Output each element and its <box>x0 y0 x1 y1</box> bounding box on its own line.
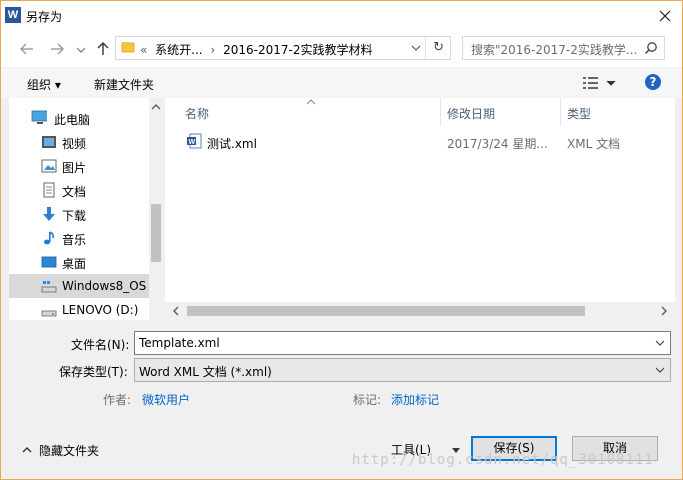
up-button[interactable] <box>93 39 113 59</box>
navigation-bar: « 系统开... › 2016-2017-2实践教学材料 ↻ 搜索"2016-2… <box>1 31 682 67</box>
watermark-text: http://blog.csdn.net/qq_30108111 <box>352 452 654 468</box>
picture-icon <box>41 159 57 173</box>
breadcrumb-item[interactable]: 系统开... <box>155 43 202 57</box>
window-title: 另存为 <box>26 10 63 24</box>
computer-icon <box>31 110 47 124</box>
view-options-icon[interactable] <box>583 76 617 90</box>
document-icon <box>43 182 55 198</box>
title-bar: W 另存为 <box>1 1 682 31</box>
author-value[interactable]: 微软用户 <box>142 391 190 408</box>
save-as-dialog: W 另存为 « 系统开... › 2016-2017-2实践教学材料 ↻ 搜索"… <box>0 0 683 480</box>
arrow-right-icon <box>51 43 64 55</box>
desktop-icon <box>41 256 57 268</box>
nav-item-label: 文档 <box>62 185 87 199</box>
breadcrumb-overflow[interactable]: « <box>140 43 147 57</box>
filename-field[interactable]: Template.xml <box>134 331 671 355</box>
chevron-down-icon[interactable] <box>410 41 422 55</box>
filetype-select[interactable]: Word XML 文档 (*.xml) <box>134 358 671 382</box>
nav-item-documents[interactable]: 文档 <box>9 178 149 202</box>
nav-item-label: 桌面 <box>62 257 87 271</box>
scrollbar-thumb[interactable] <box>187 306 585 316</box>
organize-button[interactable]: 组织 ▾ <box>27 76 61 93</box>
column-header-type[interactable]: 类型 <box>559 98 669 126</box>
tags-label: 标记: <box>353 393 382 407</box>
nav-item-this-pc[interactable]: 此电脑 <box>9 106 149 130</box>
nav-item-label: Windows8_OS <box>62 279 147 293</box>
arrow-left-icon <box>20 43 33 55</box>
hide-folders-label: 隐藏文件夹 <box>39 444 100 458</box>
file-modified: 2017/3/24 星期... <box>447 137 548 151</box>
nav-item-label: 图片 <box>62 161 87 175</box>
breadcrumb: « 系统开... › 2016-2017-2实践教学材料 <box>140 41 376 58</box>
nav-item-videos[interactable]: 视频 <box>9 130 149 154</box>
author-label: 作者: <box>103 393 132 407</box>
command-bar: 组织 ▾ 新建文件夹 ? <box>1 67 682 98</box>
recent-locations-button[interactable] <box>75 39 87 59</box>
arrow-up-icon <box>97 42 109 55</box>
breadcrumb-item[interactable]: 2016-2017-2实践教学材料 <box>223 43 372 57</box>
drive-icon <box>41 281 57 293</box>
new-folder-button[interactable]: 新建文件夹 <box>94 76 154 93</box>
navigation-pane: 此电脑 视频 图片 文档 下载 音乐 桌面 Windows8_OS LENOVO… <box>9 98 163 320</box>
drive-icon <box>41 310 57 317</box>
add-tags-link[interactable]: 添加标记 <box>391 391 439 408</box>
file-list-horizontal-scrollbar[interactable] <box>165 302 675 320</box>
download-icon <box>43 207 55 221</box>
file-list-pane: 名称 修改日期 类型 W 测试.xml 2017/3/24 星期... XML … <box>165 98 675 320</box>
address-bar[interactable]: « 系统开... › 2016-2017-2实践教学材料 ↻ <box>115 36 451 60</box>
word-xml-file-icon: W <box>187 133 202 149</box>
chevron-down-icon <box>76 47 86 53</box>
music-icon <box>44 231 54 245</box>
nav-item-downloads[interactable]: 下载 <box>9 202 149 226</box>
nav-item-desktop[interactable]: 桌面 <box>9 250 149 274</box>
svg-text:W: W <box>189 139 196 146</box>
file-name: 测试.xml <box>207 137 257 151</box>
search-icon[interactable] <box>644 41 658 55</box>
nav-item-lenovo-d[interactable]: LENOVO (D:) <box>9 298 149 320</box>
search-box[interactable]: 搜索"2016-2017-2实践教学... <box>462 36 665 60</box>
nav-item-label: 下载 <box>62 209 87 223</box>
chevron-up-icon <box>22 447 32 453</box>
filetype-selected-value: Word XML 文档 (*.xml) <box>139 365 272 379</box>
scrollbar-thumb[interactable] <box>151 204 161 262</box>
folder-icon <box>121 42 135 53</box>
forward-button[interactable] <box>47 39 67 59</box>
nav-item-windows8-os[interactable]: Windows8_OS <box>9 274 149 298</box>
refresh-icon[interactable]: ↻ <box>433 40 444 55</box>
nav-item-label: LENOVO (D:) <box>62 303 139 317</box>
chevron-right-icon[interactable]: › <box>210 43 215 57</box>
chevron-up-icon[interactable] <box>149 100 163 114</box>
help-icon[interactable]: ? <box>645 74 661 90</box>
close-icon <box>659 10 671 22</box>
divider <box>425 37 426 59</box>
video-icon <box>42 136 56 148</box>
nav-item-label: 此电脑 <box>54 113 91 127</box>
filename-input[interactable]: Template.xml <box>139 336 220 350</box>
back-button[interactable] <box>17 39 37 59</box>
nav-pane-scrollbar[interactable] <box>149 98 163 320</box>
word-app-icon: W <box>5 7 21 23</box>
nav-item-label: 视频 <box>62 137 87 151</box>
chevron-right-icon[interactable] <box>657 302 671 320</box>
file-type: XML 文档 <box>567 137 621 151</box>
nav-item-music[interactable]: 音乐 <box>9 226 149 250</box>
filename-label: 文件名(N): <box>71 338 130 352</box>
nav-item-label: 音乐 <box>62 233 87 247</box>
chevron-down-icon[interactable] <box>654 363 666 377</box>
filetype-label: 保存类型(T): <box>59 365 128 379</box>
chevron-left-icon[interactable] <box>169 302 183 320</box>
close-button[interactable] <box>654 5 676 27</box>
search-input[interactable]: 搜索"2016-2017-2实践教学... <box>471 41 641 58</box>
column-header-modified[interactable]: 修改日期 <box>439 98 559 126</box>
nav-item-pictures[interactable]: 图片 <box>9 154 149 178</box>
chevron-down-icon[interactable] <box>654 336 666 350</box>
column-header-name[interactable]: 名称 <box>177 98 439 126</box>
file-row[interactable]: W 测试.xml 2017/3/24 星期... XML 文档 <box>181 131 671 153</box>
